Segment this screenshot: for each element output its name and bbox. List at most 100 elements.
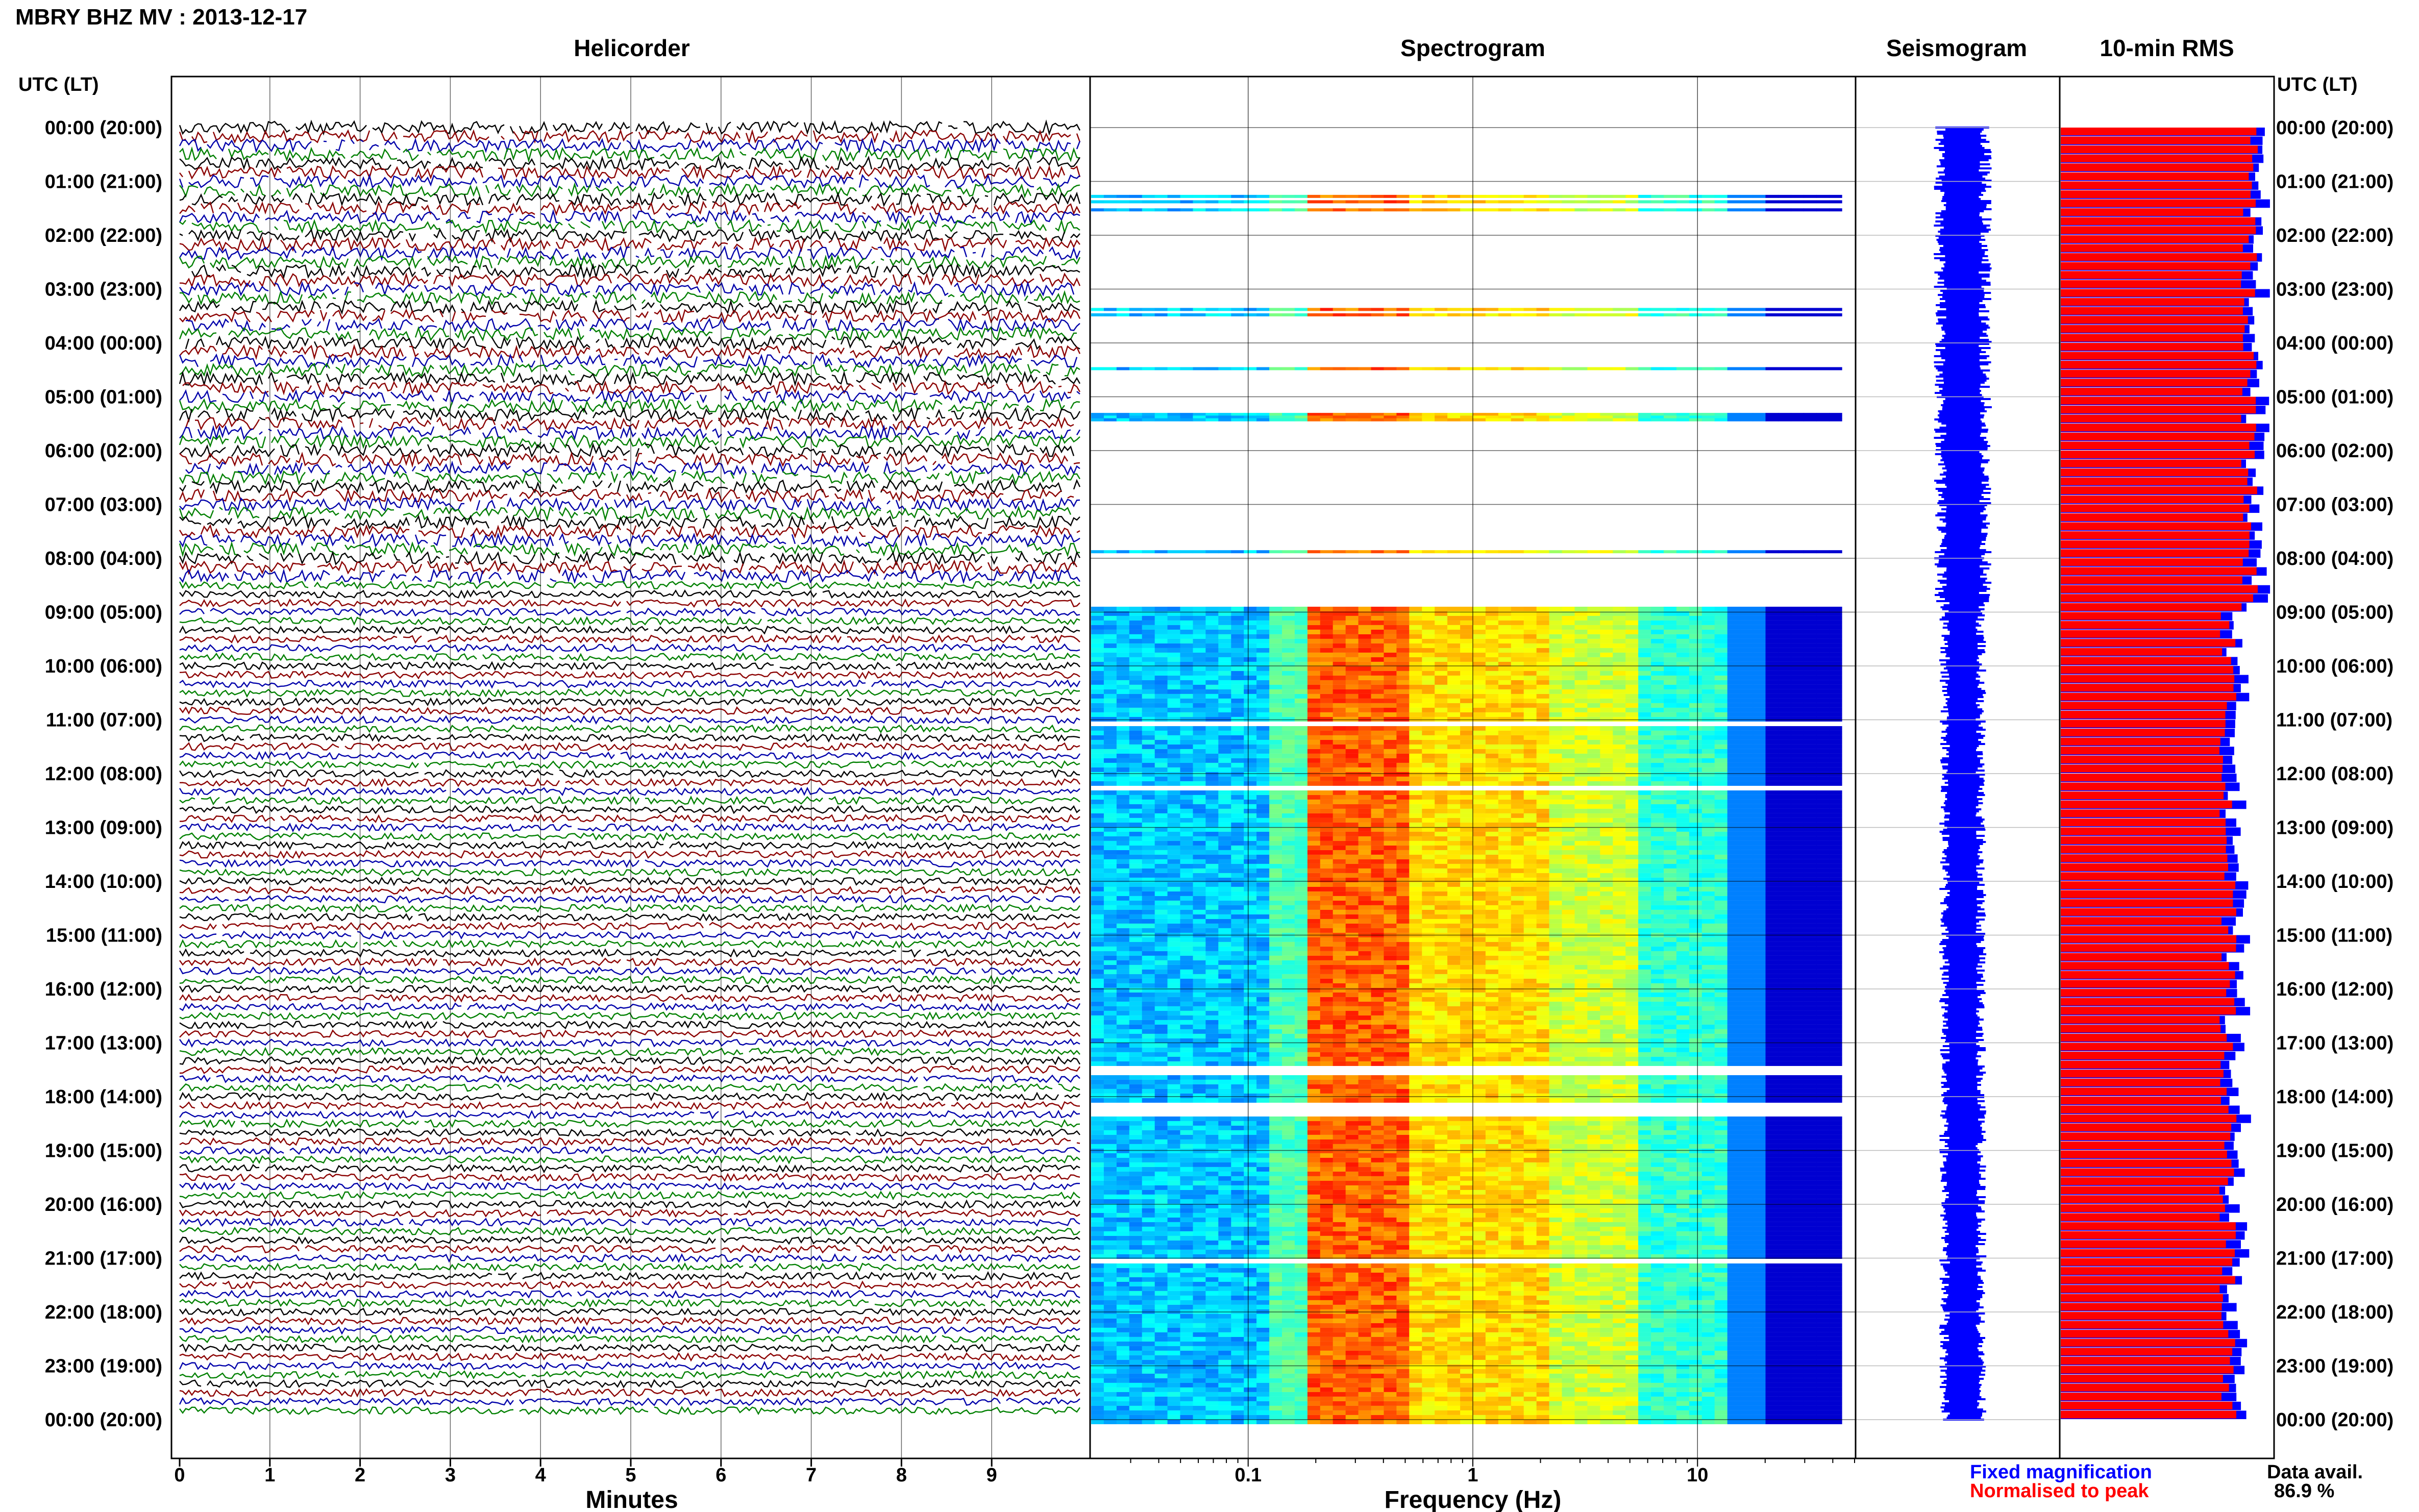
spectrogram-cell	[1244, 208, 1257, 212]
spectrogram-cell	[1294, 891, 1308, 896]
spectrogram-cell	[1142, 712, 1155, 717]
spectrogram-cell	[1816, 615, 1830, 621]
spectrogram-cell	[1154, 684, 1168, 689]
spectrogram-cell	[1091, 413, 1104, 416]
spectrogram-cell	[1193, 666, 1206, 671]
spectrogram-cell	[1116, 652, 1130, 657]
spectrogram-cell	[1282, 200, 1295, 204]
spectrogram-cell	[1752, 758, 1766, 763]
spectrogram-cell	[1193, 606, 1206, 611]
spectrogram-cell	[1435, 817, 1448, 823]
spectrogram-cell	[1269, 873, 1282, 878]
spectrogram-cell	[1205, 781, 1219, 786]
spectrogram-cell	[1256, 693, 1270, 699]
spectrogram-cell	[1103, 629, 1117, 634]
spectrogram-cell	[1778, 680, 1791, 685]
spectrogram-cell	[1294, 703, 1308, 708]
spectrogram-cell	[1676, 836, 1690, 841]
spectrogram-cell	[1511, 657, 1524, 662]
spectrogram-cell	[1523, 845, 1537, 850]
spectrogram-cell	[1103, 799, 1117, 804]
spectrogram-cell	[1816, 367, 1830, 370]
spectrogram-cell	[1384, 693, 1397, 699]
spectrogram-cell	[1205, 753, 1219, 758]
spectrogram-cell	[1625, 919, 1639, 924]
spectrogram-cell	[1358, 716, 1372, 722]
spectrogram-cell	[1625, 873, 1639, 878]
spectrogram-cell	[1523, 208, 1537, 212]
spectrogram-cell	[1498, 550, 1512, 554]
spectrogram-cell	[1422, 831, 1435, 836]
spectrogram-cell	[1574, 827, 1588, 832]
spectrogram-cell	[1294, 868, 1308, 873]
spectrogram-cell	[1422, 836, 1435, 841]
spectrogram-cell	[1752, 680, 1766, 685]
spectrogram-cell	[1320, 606, 1334, 611]
spectrogram-cell	[1638, 868, 1651, 873]
spectrogram-cell	[1294, 840, 1308, 846]
spectrogram-cell	[1091, 886, 1104, 891]
spectrogram-cell	[1460, 730, 1473, 735]
spectrogram-cell	[1167, 840, 1181, 846]
spectrogram-cell	[1752, 822, 1766, 827]
spectrogram-cell	[1307, 813, 1321, 818]
spectrogram-cell	[1473, 620, 1486, 625]
helicorder-trace	[179, 921, 1080, 931]
spectrogram-cell	[1562, 896, 1575, 901]
spectrogram-cell	[1320, 850, 1334, 855]
spectrogram-cell	[1256, 799, 1270, 804]
spectrogram-cell	[1447, 850, 1461, 855]
spectrogram-cell	[1460, 923, 1473, 928]
spectrogram-cell	[1345, 730, 1359, 735]
spectrogram-cell	[1829, 680, 1842, 685]
spectrogram-cell	[1358, 744, 1372, 749]
spectrogram-cell	[1536, 652, 1550, 657]
spectrogram-cell	[1167, 707, 1181, 712]
spectrogram-cell	[1409, 836, 1422, 841]
spectrogram-cell	[1600, 415, 1613, 419]
spectrogram-cell	[1714, 643, 1728, 648]
spectrogram-cell	[1587, 854, 1600, 859]
spectrogram-cell	[1727, 863, 1741, 869]
spectrogram-cell	[1269, 854, 1282, 859]
spectrogram-cell	[1765, 657, 1779, 662]
spectrogram-cell	[1804, 941, 1817, 947]
spectrogram-cell	[1701, 418, 1715, 422]
spectrogram-cell	[1422, 859, 1435, 864]
spectrogram-cell	[1307, 735, 1321, 740]
spectrogram-cell	[1536, 707, 1550, 712]
spectrogram-cell	[1523, 790, 1537, 795]
spectrogram-cell	[1473, 652, 1486, 657]
spectrogram-cell	[1435, 620, 1448, 625]
spectrogram-cell	[1804, 882, 1817, 887]
spectrogram-cell	[1816, 854, 1830, 859]
spectrogram-cell	[1701, 799, 1715, 804]
spectrogram-cell	[1727, 739, 1741, 745]
spectrogram-cell	[1638, 817, 1651, 823]
spectrogram-cell	[1231, 652, 1244, 657]
spectrogram-cell	[1269, 638, 1282, 643]
spectrogram-cell	[1536, 827, 1550, 832]
spectrogram-cell	[1549, 313, 1563, 316]
spectrogram-cell	[1205, 831, 1219, 836]
helicorder-trace	[179, 182, 1080, 199]
spectrogram-cell	[1664, 758, 1677, 763]
spectrogram-cell	[1498, 638, 1512, 643]
spectrogram-cell	[1409, 900, 1422, 905]
spectrogram-cell	[1294, 863, 1308, 869]
spectrogram-cell	[1193, 808, 1206, 813]
spectrogram-cell	[1294, 712, 1308, 717]
spectrogram-cell	[1473, 629, 1486, 634]
spectrogram-cell	[1435, 822, 1448, 827]
spectrogram-cell	[1714, 928, 1728, 933]
spectrogram-cell	[1142, 208, 1155, 212]
spectrogram-cell	[1294, 739, 1308, 745]
spectrogram-cell	[1422, 652, 1435, 657]
spectrogram-cell	[1422, 886, 1435, 891]
helicorder-trace	[179, 1226, 1080, 1236]
spectrogram-cell	[1587, 822, 1600, 827]
spectrogram-cell	[1778, 937, 1791, 942]
spectrogram-cell	[1422, 648, 1435, 653]
spectrogram-cell	[1638, 620, 1651, 625]
spectrogram-cell	[1193, 827, 1206, 832]
